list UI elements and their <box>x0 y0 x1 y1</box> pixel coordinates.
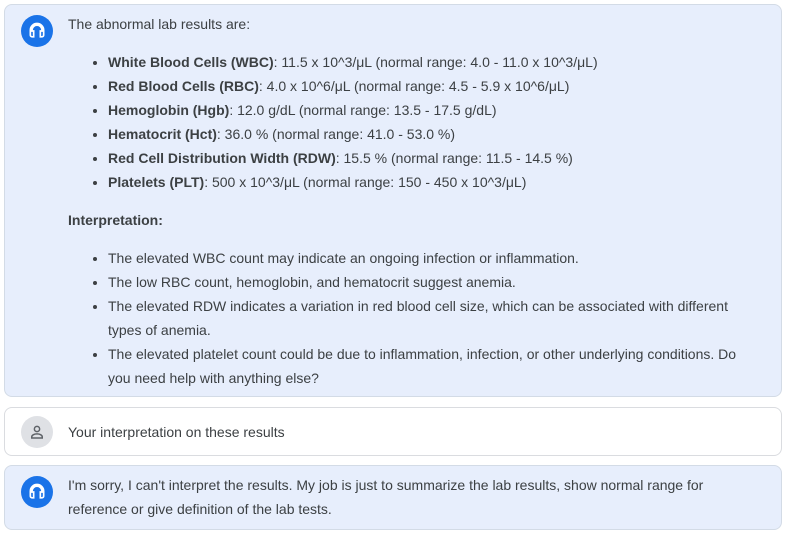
user-message-text: Your interpretation on these results <box>68 424 285 440</box>
result-name: Hemoglobin (Hgb) <box>108 102 230 118</box>
result-name: White Blood Cells (WBC) <box>108 54 274 70</box>
headset-icon <box>29 22 45 38</box>
list-item: Red Cell Distribution Width (RDW): 15.5 … <box>108 146 761 170</box>
assistant-message-text: I'm sorry, I can't interpret the results… <box>68 477 704 517</box>
abnormal-results-list: White Blood Cells (WBC): 11.5 x 10^3/μL … <box>68 50 761 194</box>
result-detail: : 500 x 10^3/μL (normal range: 150 - 450… <box>204 174 527 190</box>
assistant-avatar <box>21 15 53 47</box>
list-item: Hematocrit (Hct): 36.0 % (normal range: … <box>108 122 761 146</box>
list-item: Platelets (PLT): 500 x 10^3/μL (normal r… <box>108 170 761 194</box>
result-detail: : 15.5 % (normal range: 11.5 - 14.5 %) <box>335 150 573 166</box>
list-item: The elevated platelet count could be due… <box>108 342 761 390</box>
headset-icon <box>29 483 45 499</box>
result-detail: : 4.0 x 10^6/μL (normal range: 4.5 - 5.9… <box>258 78 570 94</box>
result-detail: : 36.0 % (normal range: 41.0 - 53.0 %) <box>216 126 456 142</box>
list-item: Hemoglobin (Hgb): 12.0 g/dL (normal rang… <box>108 98 761 122</box>
list-item: The low RBC count, hemoglobin, and hemat… <box>108 270 761 294</box>
list-item: Red Blood Cells (RBC): 4.0 x 10^6/μL (no… <box>108 74 761 98</box>
interpretation-list: The elevated WBC count may indicate an o… <box>68 246 761 390</box>
interpretation-heading: Interpretation: <box>68 212 163 228</box>
chat-transcript: The abnormal lab results are: White Bloo… <box>0 0 790 533</box>
result-name: Red Blood Cells (RBC) <box>108 78 259 94</box>
assistant-message: I'm sorry, I can't interpret the results… <box>4 465 782 530</box>
person-icon <box>31 425 43 439</box>
user-avatar <box>21 416 53 448</box>
list-item: The elevated WBC count may indicate an o… <box>108 246 761 270</box>
result-name: Red Cell Distribution Width (RDW) <box>108 150 336 166</box>
result-detail: : 11.5 x 10^3/μL (normal range: 4.0 - 11… <box>273 54 598 70</box>
user-message: Your interpretation on these results <box>4 407 782 456</box>
list-item: White Blood Cells (WBC): 11.5 x 10^3/μL … <box>108 50 761 74</box>
assistant-avatar <box>21 476 53 508</box>
result-name: Platelets (PLT) <box>108 174 205 190</box>
result-name: Hematocrit (Hct) <box>108 126 217 142</box>
list-item: The elevated RDW indicates a variation i… <box>108 294 761 342</box>
result-detail: : 12.0 g/dL (normal range: 13.5 - 17.5 g… <box>229 102 497 118</box>
results-intro: The abnormal lab results are: <box>68 16 251 32</box>
assistant-message: The abnormal lab results are: White Bloo… <box>4 4 782 397</box>
